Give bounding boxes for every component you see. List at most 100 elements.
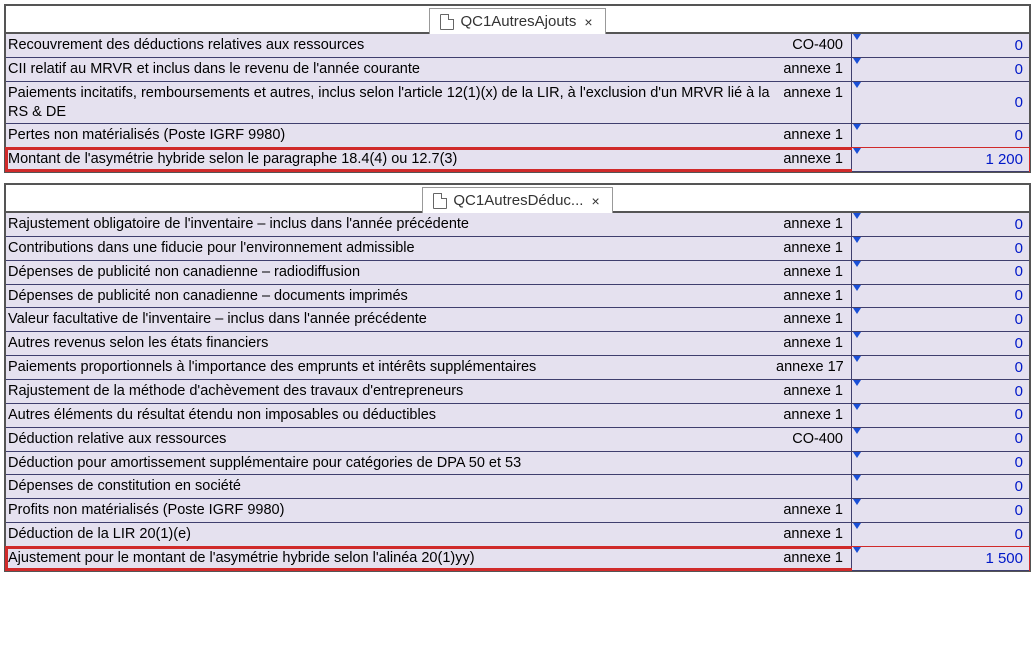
table-row[interactable]: Valeur facultative de l'inventaire – inc… bbox=[6, 308, 1029, 332]
table-row[interactable]: Dépenses de publicité non canadienne – r… bbox=[6, 261, 1029, 285]
row-value: 0 bbox=[1015, 334, 1023, 354]
row-reference: annexe 1 bbox=[774, 58, 852, 81]
row-value: 0 bbox=[1015, 215, 1023, 235]
row-description: Déduction pour amortissement supplémenta… bbox=[6, 452, 774, 475]
row-description: Valeur facultative de l'inventaire – inc… bbox=[6, 308, 774, 331]
row-value: 0 bbox=[1015, 126, 1023, 146]
value-cell[interactable]: 0 bbox=[852, 34, 1029, 58]
row-reference: annexe 1 bbox=[774, 308, 852, 331]
row-reference: CO-400 bbox=[774, 428, 852, 451]
tab-bar: QC1AutresDéduc... × bbox=[6, 185, 1029, 211]
row-reference: annexe 1 bbox=[774, 499, 852, 522]
row-description: Autres éléments du résultat étendu non i… bbox=[6, 404, 774, 427]
value-cell[interactable]: 0 bbox=[852, 82, 1029, 125]
table-row[interactable]: Contributions dans une fiducie pour l'en… bbox=[6, 237, 1029, 261]
row-reference: annexe 1 bbox=[774, 82, 852, 124]
close-icon[interactable]: × bbox=[582, 14, 594, 30]
value-cell[interactable]: 0 bbox=[852, 213, 1029, 237]
table-row[interactable]: Ajustement pour le montant de l'asymétri… bbox=[6, 547, 1029, 570]
dropdown-caret-icon[interactable] bbox=[853, 285, 861, 291]
dropdown-caret-icon[interactable] bbox=[853, 380, 861, 386]
table-row[interactable]: CII relatif au MRVR et inclus dans le re… bbox=[6, 58, 1029, 82]
table-row[interactable]: Paiements incitatifs, remboursements et … bbox=[6, 82, 1029, 125]
dropdown-caret-icon[interactable] bbox=[853, 34, 861, 40]
row-description: Autres revenus selon les états financier… bbox=[6, 332, 774, 355]
dropdown-caret-icon[interactable] bbox=[853, 213, 861, 219]
value-cell[interactable]: 0 bbox=[852, 452, 1029, 476]
value-cell[interactable]: 0 bbox=[852, 356, 1029, 380]
row-reference: annexe 1 bbox=[774, 261, 852, 284]
value-cell[interactable]: 0 bbox=[852, 237, 1029, 261]
dropdown-caret-icon[interactable] bbox=[853, 58, 861, 64]
row-reference: annexe 1 bbox=[774, 124, 852, 147]
table-row[interactable]: Paiements proportionnels à l'importance … bbox=[6, 356, 1029, 380]
table-row[interactable]: Dépenses de constitution en société0 bbox=[6, 475, 1029, 499]
close-icon[interactable]: × bbox=[589, 193, 601, 209]
table-row[interactable]: Rajustement obligatoire de l'inventaire … bbox=[6, 213, 1029, 237]
dropdown-caret-icon[interactable] bbox=[853, 148, 861, 154]
value-cell[interactable]: 0 bbox=[852, 124, 1029, 148]
value-cell[interactable]: 0 bbox=[852, 499, 1029, 523]
row-reference: annexe 1 bbox=[774, 547, 852, 570]
dropdown-caret-icon[interactable] bbox=[853, 452, 861, 458]
table-row[interactable]: Profits non matérialisés (Poste IGRF 998… bbox=[6, 499, 1029, 523]
value-cell[interactable]: 1 500 bbox=[852, 547, 1029, 571]
row-description: Rajustement de la méthode d'achèvement d… bbox=[6, 380, 774, 403]
row-value: 0 bbox=[1015, 525, 1023, 545]
dropdown-caret-icon[interactable] bbox=[853, 356, 861, 362]
value-cell[interactable]: 0 bbox=[852, 308, 1029, 332]
file-icon bbox=[440, 14, 454, 30]
value-cell[interactable]: 0 bbox=[852, 285, 1029, 309]
row-reference: annexe 1 bbox=[774, 213, 852, 236]
dropdown-caret-icon[interactable] bbox=[853, 308, 861, 314]
value-cell[interactable]: 0 bbox=[852, 428, 1029, 452]
row-value: 0 bbox=[1015, 93, 1023, 113]
table-row[interactable]: Autres revenus selon les états financier… bbox=[6, 332, 1029, 356]
dropdown-caret-icon[interactable] bbox=[853, 499, 861, 505]
value-cell[interactable]: 0 bbox=[852, 475, 1029, 499]
dropdown-caret-icon[interactable] bbox=[853, 475, 861, 481]
value-cell[interactable]: 0 bbox=[852, 380, 1029, 404]
row-reference bbox=[774, 475, 852, 498]
value-cell[interactable]: 0 bbox=[852, 523, 1029, 547]
dropdown-caret-icon[interactable] bbox=[853, 124, 861, 130]
row-description: Pertes non matérialisés (Poste IGRF 9980… bbox=[6, 124, 774, 147]
row-value: 0 bbox=[1015, 60, 1023, 80]
row-reference: annexe 1 bbox=[774, 523, 852, 546]
value-cell[interactable]: 0 bbox=[852, 404, 1029, 428]
row-reference: annexe 1 bbox=[774, 404, 852, 427]
table-row[interactable]: Montant de l'asymétrie hybride selon le … bbox=[6, 148, 1029, 171]
dropdown-caret-icon[interactable] bbox=[853, 332, 861, 338]
dropdown-caret-icon[interactable] bbox=[853, 428, 861, 434]
table-row[interactable]: Rajustement de la méthode d'achèvement d… bbox=[6, 380, 1029, 404]
tab-deductions[interactable]: QC1AutresDéduc... × bbox=[422, 187, 612, 213]
tab-label: QC1AutresAjouts bbox=[460, 13, 576, 30]
table-row[interactable]: Autres éléments du résultat étendu non i… bbox=[6, 404, 1029, 428]
dropdown-caret-icon[interactable] bbox=[853, 547, 861, 553]
row-value: 0 bbox=[1015, 382, 1023, 402]
row-description: Déduction relative aux ressources bbox=[6, 428, 774, 451]
row-value: 0 bbox=[1015, 310, 1023, 330]
dropdown-caret-icon[interactable] bbox=[853, 237, 861, 243]
value-cell[interactable]: 0 bbox=[852, 332, 1029, 356]
row-value: 0 bbox=[1015, 501, 1023, 521]
row-reference: annexe 1 bbox=[774, 148, 852, 171]
dropdown-caret-icon[interactable] bbox=[853, 404, 861, 410]
row-value: 0 bbox=[1015, 405, 1023, 425]
dropdown-caret-icon[interactable] bbox=[853, 523, 861, 529]
table-row[interactable]: Déduction relative aux ressourcesCO-4000 bbox=[6, 428, 1029, 452]
dropdown-caret-icon[interactable] bbox=[853, 82, 861, 88]
dropdown-caret-icon[interactable] bbox=[853, 261, 861, 267]
value-cell[interactable]: 1 200 bbox=[852, 148, 1029, 172]
table-row[interactable]: Déduction de la LIR 20(1)(e)annexe 10 bbox=[6, 523, 1029, 547]
table-row[interactable]: Déduction pour amortissement supplémenta… bbox=[6, 452, 1029, 476]
tab-ajouts[interactable]: QC1AutresAjouts × bbox=[429, 8, 605, 34]
value-cell[interactable]: 0 bbox=[852, 261, 1029, 285]
tab-label: QC1AutresDéduc... bbox=[453, 192, 583, 209]
row-description: CII relatif au MRVR et inclus dans le re… bbox=[6, 58, 774, 81]
table-row[interactable]: Recouvrement des déductions relatives au… bbox=[6, 34, 1029, 58]
table-row[interactable]: Dépenses de publicité non canadienne – d… bbox=[6, 285, 1029, 309]
row-reference: annexe 1 bbox=[774, 285, 852, 308]
value-cell[interactable]: 0 bbox=[852, 58, 1029, 82]
table-row[interactable]: Pertes non matérialisés (Poste IGRF 9980… bbox=[6, 124, 1029, 148]
